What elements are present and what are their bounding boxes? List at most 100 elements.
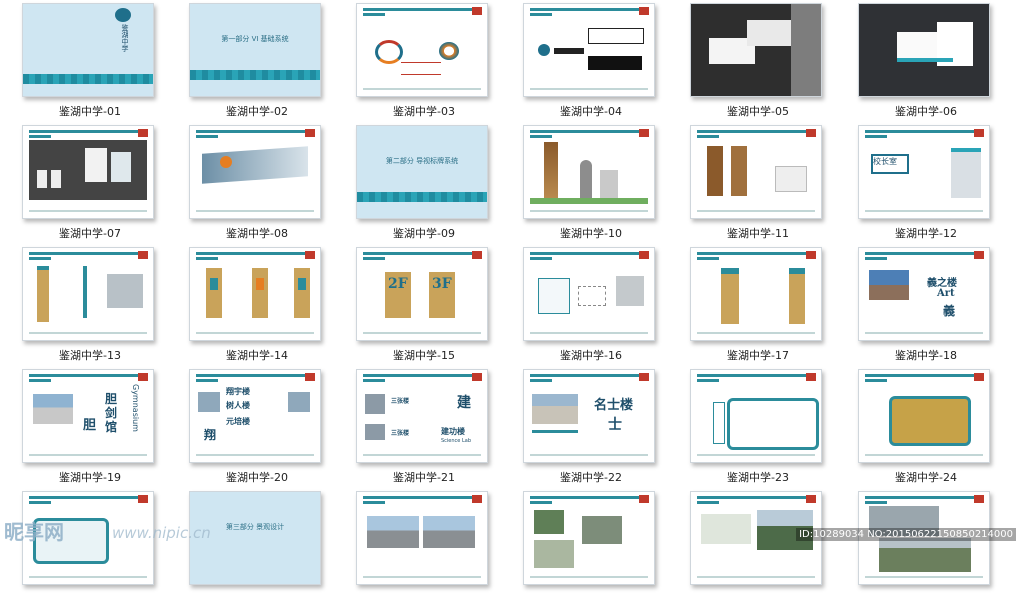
gallery-item[interactable]: 校长室 鉴湖中学-12 — [858, 125, 1024, 245]
gallery-item[interactable]: 鉴湖中学-03 — [356, 3, 524, 123]
sign-box — [600, 170, 618, 198]
slide-header-bar — [697, 374, 815, 377]
gallery-item[interactable]: 名士楼士鉴湖中学-22 — [523, 369, 691, 489]
thumbnail[interactable] — [858, 3, 990, 97]
gallery-item[interactable]: 翔宇楼 树人楼 元培楼翔鉴湖中学-20 — [189, 369, 357, 489]
thumbnail[interactable]: 校长室 — [858, 125, 990, 219]
thumbnail[interactable]: 名士楼士 — [523, 369, 655, 463]
cover-wave-band — [23, 74, 153, 84]
gallery-item[interactable] — [356, 491, 524, 611]
building-photo — [869, 270, 909, 300]
slide-header-tab — [865, 135, 887, 138]
thumbnail[interactable] — [523, 247, 655, 341]
slide-header-bar — [530, 130, 648, 133]
gallery-item[interactable]: 三张楼 三张楼建建功楼 Science Lab 鉴湖中学-21 — [356, 369, 524, 489]
slide-header-tab — [865, 257, 887, 260]
gallery-item[interactable]: 鉴湖中学-11 — [690, 125, 858, 245]
slide-header-bar — [530, 496, 648, 499]
directory-board-2 — [789, 268, 805, 324]
tall-sign — [37, 266, 49, 322]
thumbnail[interactable] — [690, 491, 822, 585]
section-title: 第一部分 VI 基础系统 — [221, 35, 289, 43]
slide-header-tab — [530, 135, 552, 138]
thumbnail[interactable] — [523, 491, 655, 585]
pole — [83, 266, 87, 318]
gallery-item[interactable]: 鉴湖中学-05 — [690, 3, 858, 123]
slide-footer-line — [363, 88, 481, 90]
gallery-item[interactable]: 鉴湖中学-16 — [523, 247, 691, 367]
slide-header-tab — [865, 501, 887, 504]
logo-ring-left — [375, 40, 403, 64]
garden-photo-2 — [879, 538, 971, 572]
gallery-item[interactable]: 鉴湖中学-10 — [523, 125, 691, 245]
thumbnail[interactable]: 第二部分 导视标牌系统 — [356, 125, 488, 219]
gallery-item[interactable]: 胆胆剑馆 Gymnasium 鉴湖中学-19 — [22, 369, 190, 489]
gallery-item[interactable]: 鉴湖中学-04 — [523, 3, 691, 123]
gallery-item[interactable]: 鉴湖中学-13 — [22, 247, 190, 367]
restroom-sign-female — [252, 268, 268, 318]
gallery-item[interactable]: 第二部分 导视标牌系统 鉴湖中学-09 — [356, 125, 524, 245]
slide-header-tab — [530, 501, 552, 504]
slide-footer-line — [29, 454, 147, 456]
gallery-item[interactable]: 鉴湖中学-17 — [690, 247, 858, 367]
thumbnail-caption: 鉴湖中学-08 — [226, 227, 288, 240]
gallery-item[interactable]: 鉴湖中学-24 — [858, 369, 1024, 489]
thumbnail[interactable] — [22, 125, 154, 219]
gallery-item[interactable] — [523, 491, 691, 611]
thumbnail[interactable] — [690, 247, 822, 341]
paper-cup — [37, 170, 47, 188]
slide-corner-logo — [138, 495, 148, 503]
thumbnail[interactable]: 三张楼 三张楼建建功楼 Science Lab — [356, 369, 488, 463]
thumbnail[interactable] — [858, 491, 990, 585]
thumbnail[interactable] — [22, 247, 154, 341]
thumbnail[interactable]: 義之楼 Art 義 — [858, 247, 990, 341]
thumbnail[interactable] — [690, 3, 822, 97]
thumbnail[interactable] — [356, 3, 488, 97]
gate-photo — [367, 516, 419, 548]
gallery-item[interactable]: 鉴湖中学-06 — [858, 3, 1024, 123]
gallery-item[interactable]: 鉴湖中学-14 — [189, 247, 357, 367]
thumbnail[interactable]: 翔宇楼 树人楼 元培楼翔 — [189, 369, 321, 463]
gallery-item[interactable]: 2F 3F 鉴湖中学-15 — [356, 247, 524, 367]
thumbnail[interactable] — [690, 125, 822, 219]
restroom-sign-male — [206, 268, 222, 318]
slide-header-bar — [29, 374, 147, 377]
gallery-item[interactable]: 第一部分 VI 基础系统 鉴湖中学-02 — [189, 3, 357, 123]
slide-corner-logo — [639, 495, 649, 503]
thumbnail[interactable]: 鉴湖中学 — [22, 3, 154, 97]
slide-corner-logo — [974, 373, 984, 381]
thumbnail[interactable]: 第三部分 景观设计 — [189, 491, 321, 585]
gallery-item[interactable]: 鉴湖中学-07 — [22, 125, 190, 245]
thumbnail-caption: 鉴湖中学-10 — [560, 227, 622, 240]
gallery-item[interactable]: 鉴湖中学鉴湖中学-01 — [22, 3, 190, 123]
gallery-item[interactable]: 鉴湖中学-08 — [189, 125, 357, 245]
gallery-item[interactable] — [858, 491, 1024, 611]
thumbnail[interactable] — [189, 247, 321, 341]
thumbnail[interactable] — [22, 491, 154, 585]
thumbnail[interactable] — [690, 369, 822, 463]
thumbnail[interactable] — [523, 3, 655, 97]
thumbnail[interactable] — [356, 491, 488, 585]
thumbnail[interactable] — [858, 369, 990, 463]
slide-header-bar — [196, 374, 314, 377]
thumbnail[interactable] — [189, 125, 321, 219]
slide-corner-logo — [138, 251, 148, 259]
gallery-item[interactable]: 鉴湖中学-23 — [690, 369, 858, 489]
gallery-item[interactable] — [690, 491, 858, 611]
thumbnail-caption: 鉴湖中学-16 — [560, 349, 622, 362]
thumbnail[interactable]: 2F 3F — [356, 247, 488, 341]
slide-corner-logo — [639, 373, 649, 381]
lab-d: Science Lab — [441, 438, 471, 444]
gallery-item[interactable]: 義之楼 Art 義鉴湖中学-18 — [858, 247, 1024, 367]
thumbnail[interactable]: 第一部分 VI 基础系统 — [189, 3, 321, 97]
board-frame — [33, 518, 109, 564]
slide-header-tab — [196, 379, 218, 382]
corridor-photo — [107, 274, 143, 308]
thumbnail[interactable] — [523, 125, 655, 219]
guide-line — [401, 62, 441, 63]
thumbnail[interactable]: 胆胆剑馆 Gymnasium — [22, 369, 154, 463]
thumbnail-caption: 鉴湖中学-01 — [59, 105, 121, 118]
gallery-item[interactable] — [22, 491, 190, 611]
gallery-item[interactable]: 第三部分 景观设计 — [189, 491, 357, 611]
slide-footer-line — [196, 210, 314, 212]
